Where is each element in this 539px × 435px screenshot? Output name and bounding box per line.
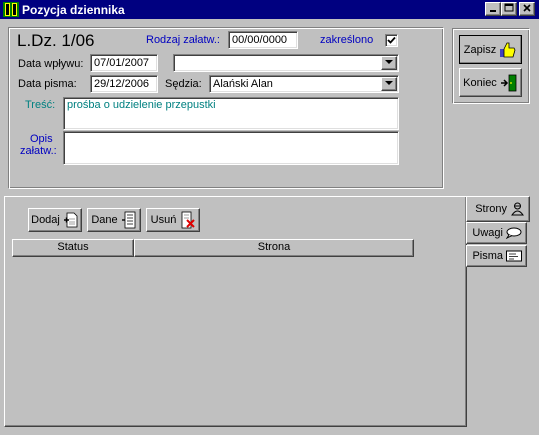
tresc-field[interactable]: prośba o udzielenie przepustki <box>63 97 399 130</box>
end-button[interactable]: Koniec <box>459 68 522 97</box>
tab-strony[interactable]: Strony <box>466 196 530 222</box>
add-document-icon <box>63 212 78 228</box>
chevron-down-icon <box>385 60 393 64</box>
window-title: Pozycja dziennika <box>22 3 125 17</box>
data-button[interactable]: Dane <box>87 208 141 232</box>
add-label: Dodaj <box>31 214 60 226</box>
speech-bubble-icon <box>506 227 522 239</box>
ldz-number: L.Dz. 1/06 <box>17 31 95 50</box>
add-button[interactable]: Dodaj <box>28 208 82 232</box>
tab-pisma-label: Pisma <box>472 250 503 262</box>
sedzia-label: Sędzia: <box>165 78 202 90</box>
data-wplywu-field[interactable]: 07/01/2007 <box>90 54 158 72</box>
opis-label-line2: załatw.: <box>20 145 57 157</box>
exit-door-icon <box>500 74 517 91</box>
opis-label-line1: Opis <box>30 133 53 145</box>
data-list-icon <box>121 211 136 229</box>
end-label: Koniec <box>463 76 497 89</box>
tab-pisma[interactable]: Pisma <box>466 245 527 267</box>
minimize-icon <box>490 10 496 12</box>
rodzaj-label: Rodzaj załatw.: <box>146 34 220 46</box>
data-pisma-label: Data pisma: <box>18 78 77 90</box>
title-bar[interactable]: Pozycja dziennika <box>0 0 539 19</box>
column-header-status[interactable]: Status <box>12 239 134 257</box>
top-combo-dropdown-button[interactable] <box>381 56 397 70</box>
sedzia-dropdown-button[interactable] <box>381 77 397 91</box>
delete-label: Usuń <box>150 214 177 226</box>
letter-icon <box>506 250 522 262</box>
save-button[interactable]: Zapisz <box>459 35 522 64</box>
thumbs-up-icon <box>500 42 516 57</box>
sedzia-combo[interactable]: Alański Alan <box>209 75 399 93</box>
data-pisma-field[interactable]: 29/12/2006 <box>90 75 158 93</box>
tab-strony-label: Strony <box>475 203 507 215</box>
zakreslono-checkbox[interactable] <box>385 34 398 47</box>
maximize-button[interactable] <box>501 2 517 16</box>
top-combo[interactable] <box>173 54 399 72</box>
opis-field[interactable] <box>63 131 399 165</box>
delete-button[interactable]: Usuń <box>146 208 200 232</box>
maximize-icon <box>504 3 514 12</box>
tresc-label: Treść: <box>25 99 56 111</box>
tab-uwagi[interactable]: Uwagi <box>466 222 527 244</box>
save-label: Zapisz <box>463 43 497 56</box>
close-icon <box>523 4 531 12</box>
data-wplywu-label: Data wpływu: <box>18 58 84 70</box>
checkmark-icon <box>387 36 396 44</box>
column-header-strona[interactable]: Strona <box>134 239 414 257</box>
zakreslono-label: zakreślono <box>320 34 374 46</box>
app-icon <box>3 2 19 17</box>
data-label: Dane <box>91 214 118 226</box>
chevron-down-icon <box>385 81 393 85</box>
minimize-button[interactable] <box>485 2 501 16</box>
delete-x-icon <box>181 211 196 229</box>
sedzia-combo-value: Alański Alan <box>213 78 273 90</box>
rodzaj-field[interactable]: 00/00/0000 <box>228 31 298 49</box>
close-button[interactable] <box>519 2 535 16</box>
people-icon <box>511 202 524 216</box>
tab-uwagi-label: Uwagi <box>472 227 503 239</box>
